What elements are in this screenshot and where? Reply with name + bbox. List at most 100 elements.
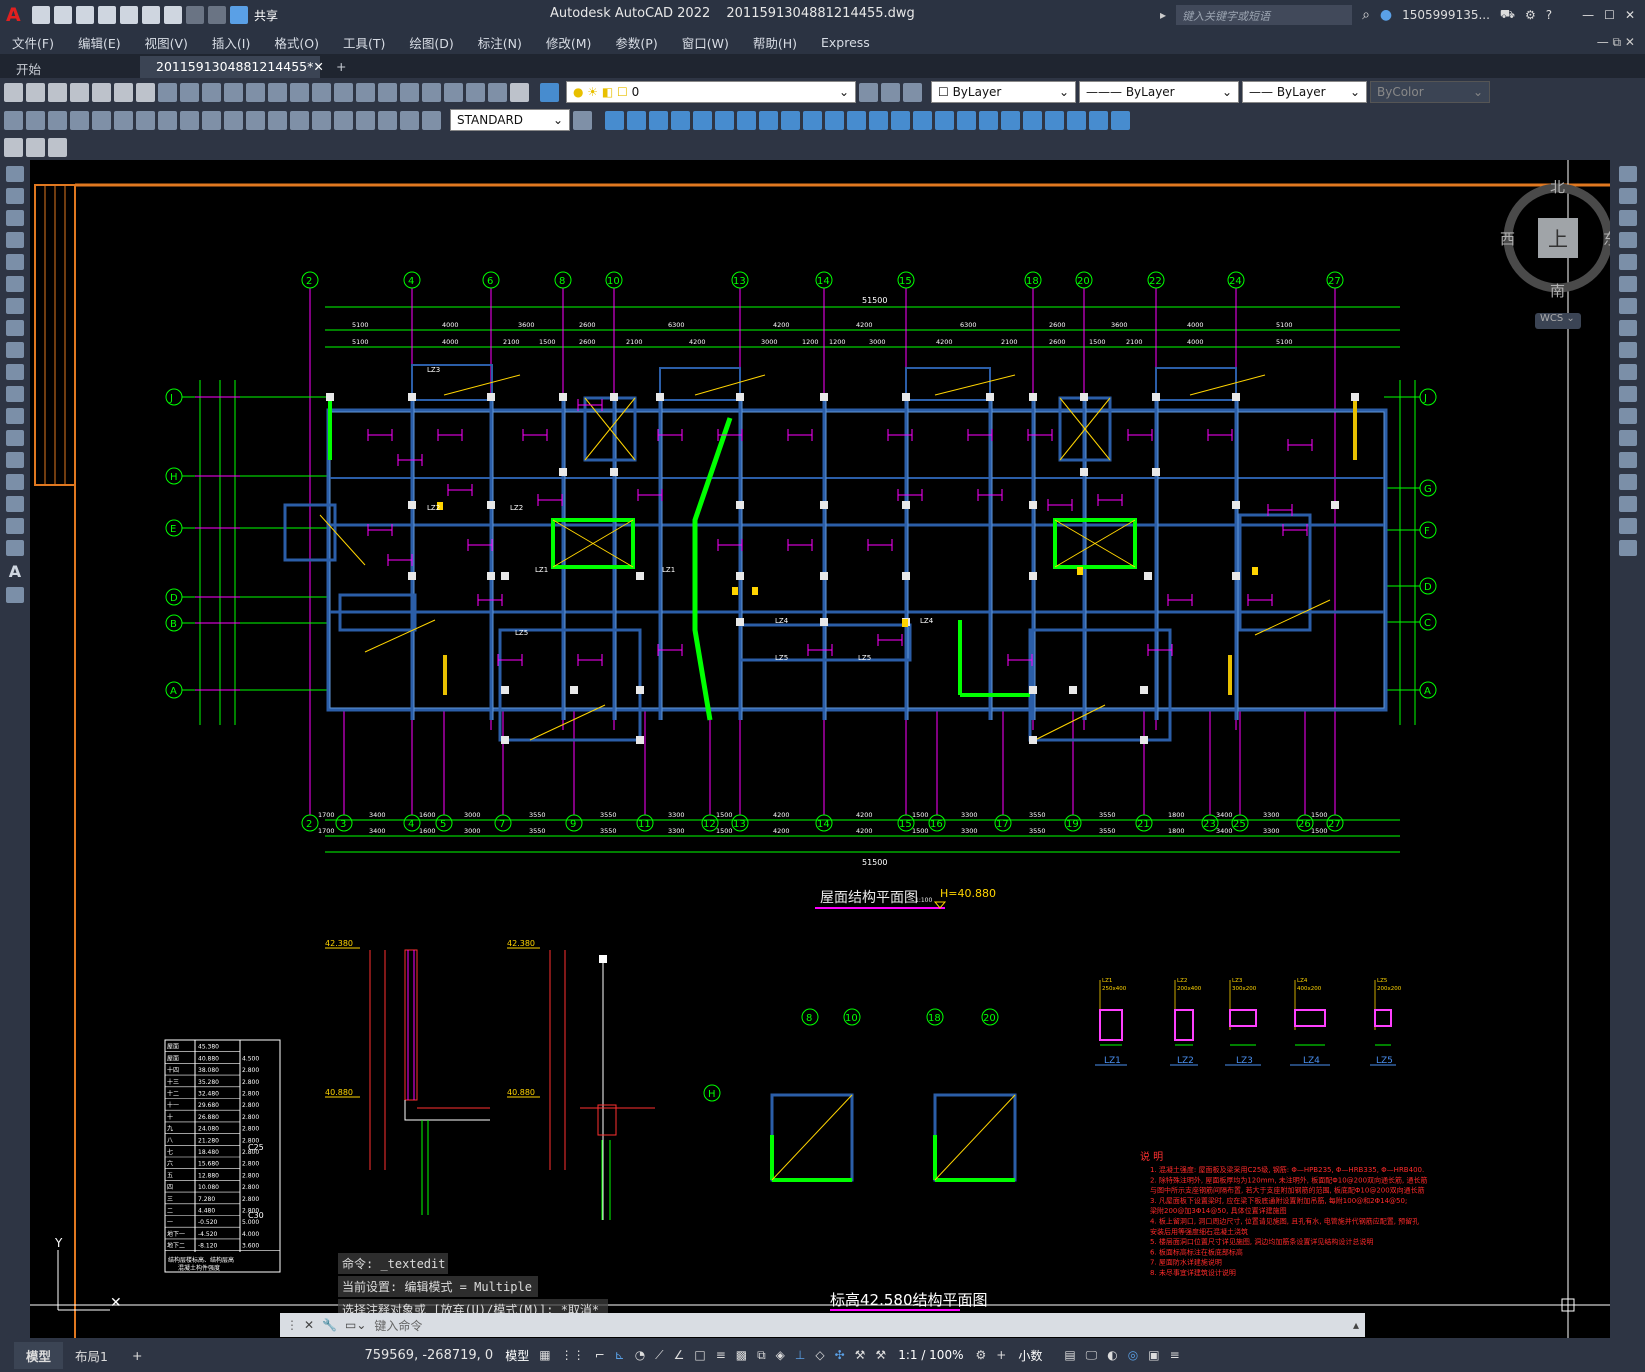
tab-model[interactable]: 模型: [14, 1341, 64, 1369]
tb-3d-icon[interactable]: [136, 82, 155, 102]
dim-diameter-icon[interactable]: [136, 110, 155, 130]
menu-view[interactable]: 视图(V): [133, 33, 200, 52]
polygon-icon[interactable]: [6, 232, 24, 248]
command-prompt-icon[interactable]: ▭⌄: [345, 1318, 366, 1332]
doc-window-controls[interactable]: — ⧉ ✕: [1597, 35, 1645, 50]
isolate-icon[interactable]: ◐: [1107, 1348, 1117, 1362]
insert-block-icon[interactable]: [26, 137, 45, 157]
isodraft-icon[interactable]: ⟋: [655, 1348, 663, 1363]
tolerance-icon[interactable]: [290, 110, 309, 130]
model-space-toggle[interactable]: 模型: [505, 1347, 529, 1364]
menu-insert[interactable]: 插入(I): [200, 33, 262, 52]
tb-cut-icon[interactable]: [158, 82, 177, 102]
stretch-icon[interactable]: [1618, 342, 1637, 358]
user-icon[interactable]: ●: [1380, 7, 1392, 23]
dim-ordinate-icon[interactable]: [70, 110, 89, 130]
plotstyle-dropdown[interactable]: ByColor ⌄: [1370, 81, 1490, 103]
menu-express[interactable]: Express: [809, 35, 882, 50]
menu-modify[interactable]: 修改(M): [534, 33, 604, 52]
mirror-icon[interactable]: [1618, 210, 1637, 226]
tb-copy-icon[interactable]: [180, 82, 199, 102]
solid-cylinder-icon[interactable]: [627, 110, 646, 130]
dim-break-icon[interactable]: [268, 110, 287, 130]
extrude-icon[interactable]: [759, 110, 778, 130]
hardware-accel-icon[interactable]: ◎: [1128, 1348, 1138, 1362]
solid-wedge-icon[interactable]: [649, 110, 668, 130]
polar-icon[interactable]: ◔: [635, 1348, 645, 1362]
make-block-icon[interactable]: [6, 430, 24, 446]
customization-icon[interactable]: ≡: [1170, 1348, 1180, 1362]
extend-icon[interactable]: [1618, 386, 1637, 402]
table-icon[interactable]: [6, 540, 24, 556]
thicken-icon[interactable]: [957, 110, 976, 130]
xline-icon[interactable]: [6, 188, 24, 204]
close-icon[interactable]: ✕: [1625, 8, 1635, 22]
units-dropdown[interactable]: 小数: [1018, 1347, 1042, 1364]
copy-icon[interactable]: [1618, 188, 1637, 204]
attribute-icon[interactable]: [48, 137, 67, 157]
search-arrow-icon[interactable]: ▸: [1160, 8, 1166, 22]
drawing-svg[interactable]: 51500 5100 4000 3600 2600 6300 4200 4200 6300 26…: [30, 160, 1610, 1338]
section-plane-icon[interactable]: [1001, 110, 1020, 130]
color-dropdown[interactable]: ☐ ByLayer ⌄: [931, 81, 1076, 103]
shell-icon[interactable]: [1045, 110, 1064, 130]
dim-linear-icon[interactable]: [4, 110, 23, 130]
workspace-icon[interactable]: ⚙: [975, 1348, 986, 1362]
lock-ui-icon[interactable]: 🖵: [1086, 1348, 1098, 1363]
insert-block-icon[interactable]: [6, 408, 24, 424]
dim-text-edit-icon[interactable]: [400, 110, 419, 130]
tb-zoom-prev-icon[interactable]: [356, 82, 375, 102]
grip-handle-icon[interactable]: ⋮: [286, 1318, 298, 1332]
tb-new-icon[interactable]: [4, 82, 23, 102]
trim-icon[interactable]: [1618, 364, 1637, 380]
help-icon[interactable]: ?: [1546, 8, 1552, 22]
tb-zoom-icon[interactable]: [312, 82, 331, 102]
redo-icon[interactable]: [208, 6, 226, 24]
close-command-icon[interactable]: ✕: [304, 1318, 314, 1332]
menu-draw[interactable]: 绘图(D): [397, 33, 465, 52]
dim-edit-icon[interactable]: [378, 110, 397, 130]
compass-north[interactable]: 北: [1550, 178, 1565, 196]
layer-state-icon[interactable]: [903, 82, 922, 102]
infer-icon[interactable]: ⌐: [595, 1348, 605, 1362]
gizmo-icon[interactable]: ✣: [835, 1348, 845, 1362]
solid-cone-icon[interactable]: [671, 110, 690, 130]
tb-paste-icon[interactable]: [202, 82, 221, 102]
cube-top-label[interactable]: 上: [1548, 227, 1568, 251]
offset-icon[interactable]: [1618, 232, 1637, 248]
ellipse-arc-icon[interactable]: [6, 386, 24, 402]
scale-icon[interactable]: [1618, 320, 1637, 336]
command-up-icon[interactable]: ▴: [1353, 1318, 1359, 1332]
web-save-icon[interactable]: [142, 6, 160, 24]
search-input[interactable]: 键入关键字或短语: [1176, 5, 1353, 25]
mesh-smooth-icon[interactable]: [1111, 110, 1130, 130]
layer-previous-icon[interactable]: [881, 82, 900, 102]
gradient-icon[interactable]: [6, 496, 24, 512]
menu-help[interactable]: 帮助(H): [741, 33, 809, 52]
break-icon[interactable]: [1618, 430, 1637, 446]
union-icon[interactable]: [847, 110, 866, 130]
snap-icon[interactable]: ⋮⋮: [561, 1348, 585, 1362]
dynamic-ucs-icon[interactable]: ⊥: [795, 1348, 805, 1362]
revolve-icon[interactable]: [781, 110, 800, 130]
maximize-icon[interactable]: ☐: [1604, 8, 1615, 22]
layer-dropdown[interactable]: ● ☀ ◧ ☐ 0 ⌄: [566, 81, 856, 103]
jogged-linear-icon[interactable]: [356, 110, 375, 130]
a360-icon[interactable]: ⚙: [1525, 8, 1536, 22]
menu-parametric[interactable]: 参数(P): [603, 33, 669, 52]
plot-icon[interactable]: [164, 6, 182, 24]
tab-start[interactable]: 开始: [0, 56, 140, 78]
tb-preview-icon[interactable]: [92, 82, 111, 102]
dim-jogged-icon[interactable]: [114, 110, 133, 130]
auto-scale-icon[interactable]: ⚒: [875, 1348, 886, 1362]
tb-pan-icon[interactable]: [290, 82, 309, 102]
dim-update-icon[interactable]: [422, 110, 441, 130]
explode-icon[interactable]: [1618, 540, 1637, 556]
rectangle-icon[interactable]: [6, 254, 24, 270]
selection-cycling-icon[interactable]: ⧉: [757, 1348, 766, 1363]
menu-file[interactable]: 文件(F): [0, 33, 66, 52]
mtext-icon[interactable]: A: [0, 562, 30, 581]
share-label[interactable]: 共享: [254, 7, 278, 24]
dim-space-icon[interactable]: [246, 110, 265, 130]
intersect-icon[interactable]: [891, 110, 910, 130]
